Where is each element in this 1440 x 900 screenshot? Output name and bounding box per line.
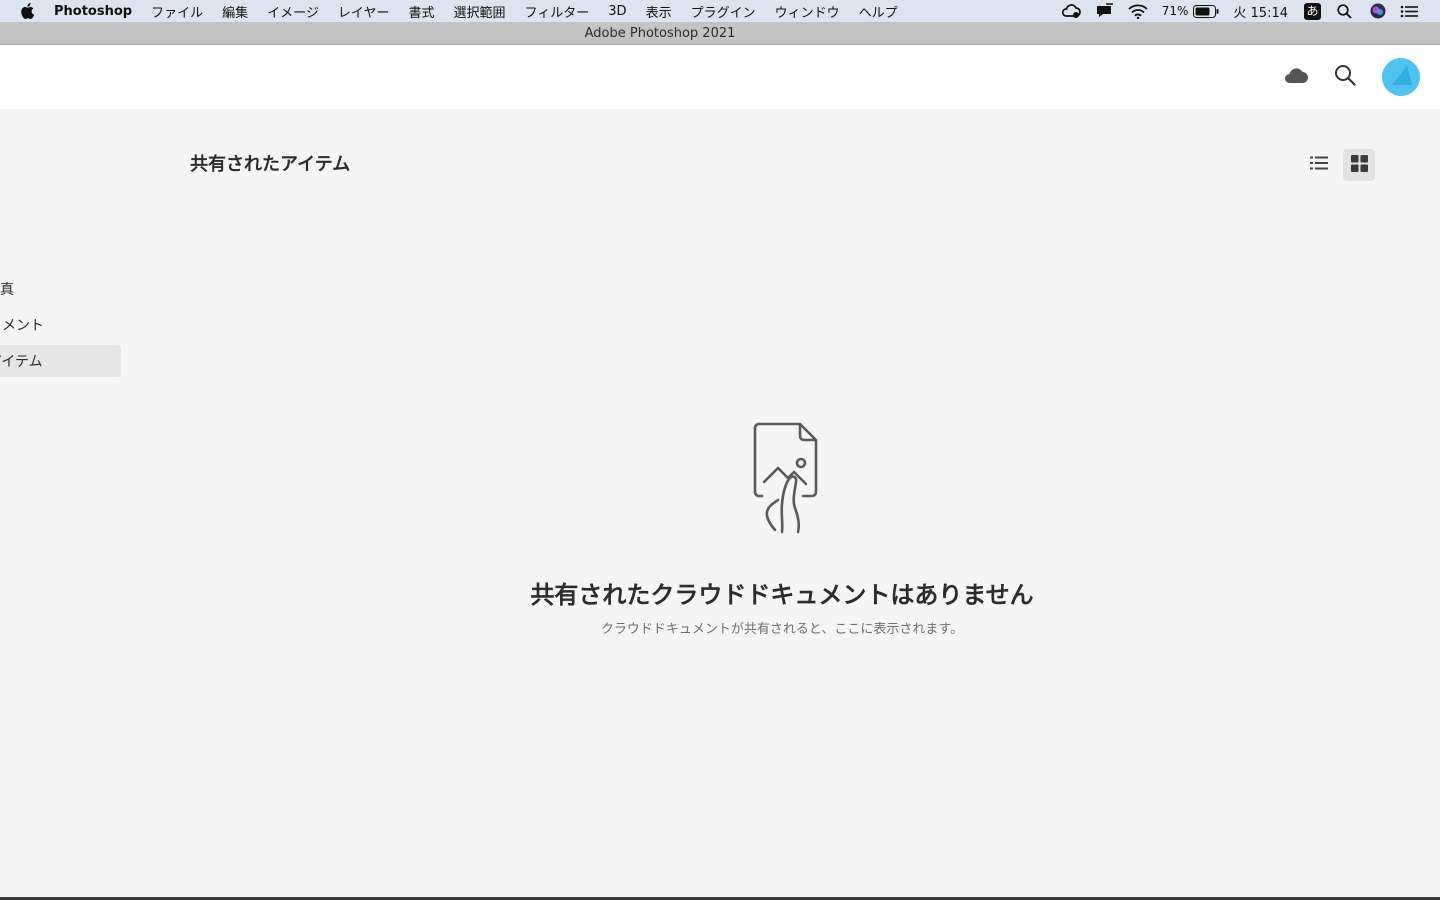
macos-menubar: Photoshop ファイル 編集 イメージ レイヤー 書式 選択範囲 フィルタ…	[0, 0, 1440, 22]
grid-view-icon	[1350, 154, 1368, 176]
menu-plugins[interactable]: プラグイン	[691, 2, 756, 21]
grid-view-button[interactable]	[1343, 149, 1375, 181]
control-center-icon[interactable]	[1400, 5, 1418, 18]
menu-3d[interactable]: 3D	[608, 4, 626, 19]
list-view-icon	[1310, 155, 1328, 175]
siri-icon[interactable]	[1370, 3, 1386, 19]
window-title: Adobe Photoshop 2021	[584, 25, 736, 41]
menu-window[interactable]: ウィンドウ	[775, 2, 840, 21]
cloud-button[interactable]	[1279, 60, 1313, 94]
apple-icon[interactable]	[20, 3, 36, 19]
menubar-status-area: 71% 火 15:14 あ	[1060, 0, 1440, 22]
sidebar: 写真 ドキュメント 共有されたアイテム	[0, 109, 122, 899]
input-method-indicator[interactable]: あ	[1304, 2, 1321, 20]
avatar[interactable]	[1382, 58, 1420, 96]
menu-app-name[interactable]: Photoshop	[54, 4, 132, 19]
sidebar-item-label: 共有されたアイテム	[0, 354, 43, 370]
notification-icon[interactable]	[1096, 3, 1114, 19]
menu-help[interactable]: ヘルプ	[859, 2, 898, 21]
clock[interactable]: 火 15:14	[1233, 2, 1288, 21]
search-icon	[1334, 64, 1356, 90]
menu-type[interactable]: 書式	[409, 2, 435, 21]
sidebar-item-documents[interactable]: ドキュメント	[0, 309, 121, 341]
list-view-button[interactable]	[1303, 149, 1335, 181]
empty-state-subtitle: クラウドドキュメントが共有されると、ここに表示されます。	[600, 622, 964, 637]
shared-document-icon	[748, 420, 824, 538]
menu-select[interactable]: 選択範囲	[454, 2, 506, 21]
battery-icon[interactable]	[1193, 4, 1219, 18]
wifi-icon[interactable]	[1128, 4, 1148, 19]
app-header	[0, 45, 1440, 109]
sidebar-item-shared[interactable]: 共有されたアイテム	[0, 345, 121, 377]
menu-file[interactable]: ファイル	[151, 2, 203, 21]
menu-edit[interactable]: 編集	[222, 2, 248, 21]
menu-view[interactable]: 表示	[646, 2, 672, 21]
menu-filter[interactable]: フィルター	[525, 2, 590, 21]
creative-cloud-icon[interactable]	[1060, 3, 1082, 19]
sidebar-item-label: 写真	[0, 282, 14, 298]
page-title: 共有されたアイテム	[190, 154, 351, 175]
search-button[interactable]	[1328, 60, 1362, 94]
battery-percent: 71%	[1161, 4, 1189, 18]
input-method-label: あ	[1304, 2, 1321, 20]
empty-state-title: 共有されたクラウドドキュメントはありません	[530, 581, 1034, 609]
window-titlebar: Adobe Photoshop 2021	[0, 22, 1440, 45]
menu-image[interactable]: イメージ	[267, 2, 319, 21]
menu-layer[interactable]: レイヤー	[338, 2, 390, 21]
spotlight-icon[interactable]	[1337, 3, 1352, 19]
sidebar-item-photos[interactable]: 写真	[0, 273, 121, 305]
cloud-icon	[1283, 66, 1309, 88]
sidebar-item-label: ドキュメント	[0, 318, 44, 334]
